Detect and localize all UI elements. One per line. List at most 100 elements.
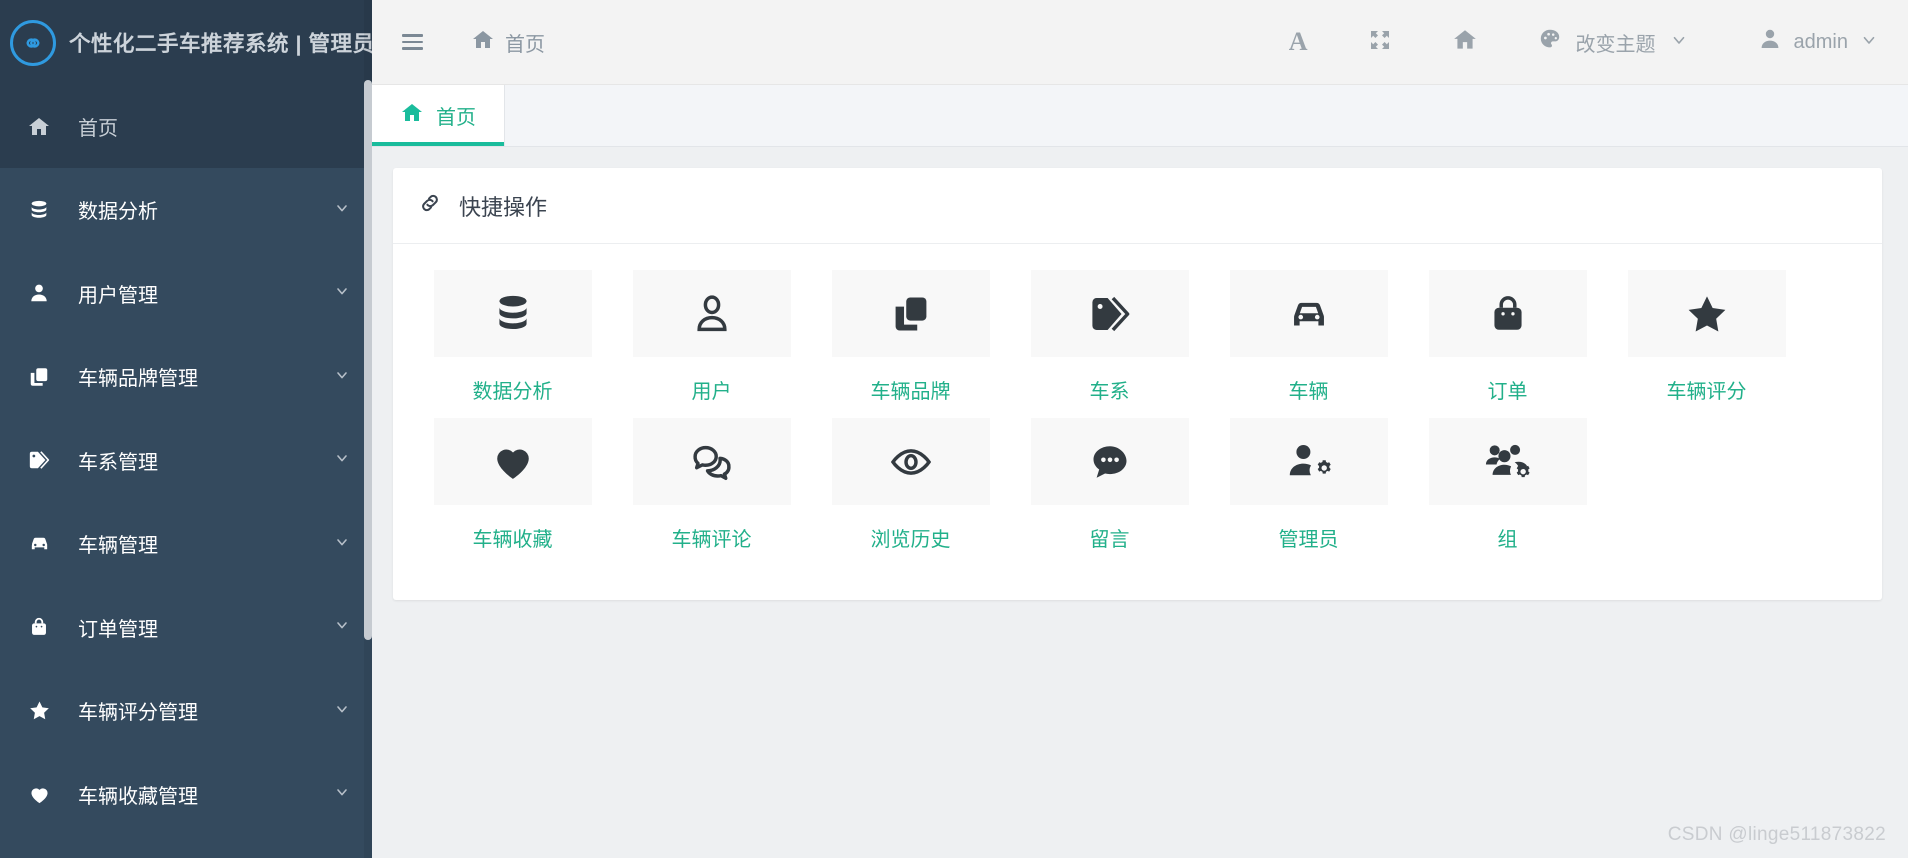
sidebar-title: 个性化二手车推荐系统 | 管理员: [69, 32, 372, 56]
tile-label: 车辆评论: [671, 529, 752, 551]
sidebar-item-order-management[interactable]: 订单管理: [0, 586, 372, 670]
sidebar-nav: 数据分析 用户管理 车辆品牌管理 车系管理 车辆管理 订单管理 车辆评分管理 车…: [0, 168, 372, 836]
chevron-down-icon: [334, 367, 350, 387]
copy-icon: [831, 270, 990, 357]
tag-icon: [1030, 270, 1189, 357]
content-area: 快捷操作 数据分析 用户 车辆品牌 车系 车辆 订单 车辆评分 车辆收藏 车辆评…: [372, 147, 1908, 858]
tile-admin[interactable]: 管理员: [1209, 418, 1408, 552]
star-icon: [1627, 270, 1786, 357]
user-icon: [26, 282, 52, 304]
chevron-down-icon: [334, 200, 350, 220]
tile-label: 车辆: [1288, 381, 1329, 403]
sidebar-item-label: 车辆管理: [78, 535, 158, 558]
tile-label: 车辆收藏: [472, 529, 553, 551]
car-icon: [26, 532, 52, 555]
card-header: 快捷操作: [393, 168, 1882, 244]
user-cog-icon: [1229, 418, 1388, 505]
font-size-button[interactable]: A: [1259, 0, 1338, 85]
users-cog-icon: [1428, 418, 1587, 505]
tile-car-favorite[interactable]: 车辆收藏: [413, 418, 612, 552]
sidebar-item-label: 车辆品牌管理: [78, 368, 198, 391]
tile-label: 车辆评分: [1666, 381, 1747, 403]
sidebar-item-user-management[interactable]: 用户管理: [0, 252, 372, 336]
tile-label: 组: [1497, 529, 1518, 551]
quick-action-tiles: 数据分析 用户 车辆品牌 车系 车辆 订单 车辆评分 车辆收藏 车辆评论 浏览历…: [413, 270, 1862, 566]
tab-home[interactable]: 首页: [372, 85, 505, 146]
heart-icon: [433, 418, 592, 505]
hamburger-icon[interactable]: [402, 34, 423, 50]
sidebar-item-car-management[interactable]: 车辆管理: [0, 502, 372, 586]
tile-car[interactable]: 车辆: [1209, 270, 1408, 404]
tile-label: 浏览历史: [870, 529, 951, 551]
tile-label: 数据分析: [472, 381, 553, 403]
tile-label: 订单: [1487, 381, 1528, 403]
database-icon: [433, 270, 592, 357]
tile-data-analysis[interactable]: 数据分析: [413, 270, 612, 404]
copy-icon: [26, 366, 52, 388]
tile-message[interactable]: 留言: [1010, 418, 1209, 552]
sidebar-item-data-analysis[interactable]: 数据分析: [0, 168, 372, 252]
sidebar-item-label: 数据分析: [78, 201, 158, 224]
home-icon: [400, 101, 424, 131]
app-root: 个性化二手车推荐系统 | 管理员 首页 数据分析 用户管理 车辆品牌管理 车系管…: [0, 0, 1908, 858]
tile-order[interactable]: 订单: [1408, 270, 1607, 404]
sidebar: 个性化二手车推荐系统 | 管理员 首页 数据分析 用户管理 车辆品牌管理 车系管…: [0, 0, 372, 858]
home-button[interactable]: [1422, 0, 1508, 85]
tab-bar: 首页: [372, 85, 1908, 147]
sidebar-item-car-brand-management[interactable]: 车辆品牌管理: [0, 335, 372, 419]
database-icon: [26, 199, 52, 221]
sidebar-item-car-rating-management[interactable]: 车辆评分管理: [0, 669, 372, 753]
sidebar-item-car-series-management[interactable]: 车系管理: [0, 419, 372, 503]
chevron-down-icon: [334, 617, 350, 637]
expand-icon: [1368, 28, 1392, 57]
bag-icon: [1428, 270, 1587, 357]
tile-car-rating[interactable]: 车辆评分: [1607, 270, 1806, 404]
home-icon: [26, 115, 52, 139]
sidebar-scrollbar-track[interactable]: [364, 0, 372, 858]
fullscreen-button[interactable]: [1338, 0, 1422, 85]
palette-icon: [1538, 27, 1562, 57]
car-icon: [1229, 270, 1388, 357]
card-title: 快捷操作: [459, 194, 548, 220]
user-label: admin: [1793, 30, 1848, 53]
user-icon: [632, 270, 791, 357]
tile-label: 车系: [1089, 381, 1130, 403]
user-menu[interactable]: admin: [1706, 0, 1908, 85]
tile-browse-history[interactable]: 浏览历史: [811, 418, 1010, 552]
topbar: 首页 A 改变主题 admin: [372, 0, 1908, 85]
quick-actions-card: 快捷操作 数据分析 用户 车辆品牌 车系 车辆 订单 车辆评分 车辆收藏 车辆评…: [393, 168, 1882, 600]
chevron-down-icon: [334, 450, 350, 470]
sidebar-brand[interactable]: 个性化二手车推荐系统 | 管理员: [0, 0, 372, 85]
tag-icon: [26, 449, 52, 471]
sidebar-home-label: 首页: [78, 118, 118, 140]
breadcrumb-label: 首页: [505, 33, 545, 56]
tab-label: 首页: [436, 107, 476, 129]
chevron-down-icon: [334, 283, 350, 303]
theme-selector[interactable]: 改变主题: [1508, 0, 1706, 85]
sidebar-item-car-favorite-management[interactable]: 车辆收藏管理: [0, 753, 372, 837]
tile-car-brand[interactable]: 车辆品牌: [811, 270, 1010, 404]
sidebar-item-label: 车系管理: [78, 451, 158, 474]
tile-car-series[interactable]: 车系: [1010, 270, 1209, 404]
font-size-icon: A: [1288, 27, 1308, 56]
sidebar-item-label: 车辆收藏管理: [78, 785, 198, 808]
tile-car-comment[interactable]: 车辆评论: [612, 418, 811, 552]
home-icon: [471, 28, 495, 57]
main-area: 首页 A 改变主题 admin 首页 快捷操作 数据分析 用户 车辆品牌 车系 …: [372, 0, 1908, 858]
breadcrumb[interactable]: 首页: [471, 28, 545, 57]
card-body: 数据分析 用户 车辆品牌 车系 车辆 订单 车辆评分 车辆收藏 车辆评论 浏览历…: [393, 244, 1882, 600]
tile-label: 管理员: [1278, 529, 1339, 551]
infinity-circle-logo-icon: [10, 19, 56, 66]
chevron-down-icon: [1670, 31, 1688, 53]
tile-user[interactable]: 用户: [612, 270, 811, 404]
chevron-down-icon: [334, 784, 350, 804]
tile-label: 车辆品牌: [870, 381, 951, 403]
sidebar-item-label: 用户管理: [78, 284, 158, 307]
tile-group[interactable]: 组: [1408, 418, 1607, 552]
sidebar-scrollbar-thumb[interactable]: [364, 80, 372, 640]
sidebar-item-home[interactable]: 首页: [0, 85, 372, 168]
chevron-down-icon: [1860, 31, 1878, 53]
sidebar-item-label: 订单管理: [78, 618, 158, 641]
tile-label: 留言: [1089, 529, 1130, 551]
chevron-down-icon: [334, 534, 350, 554]
